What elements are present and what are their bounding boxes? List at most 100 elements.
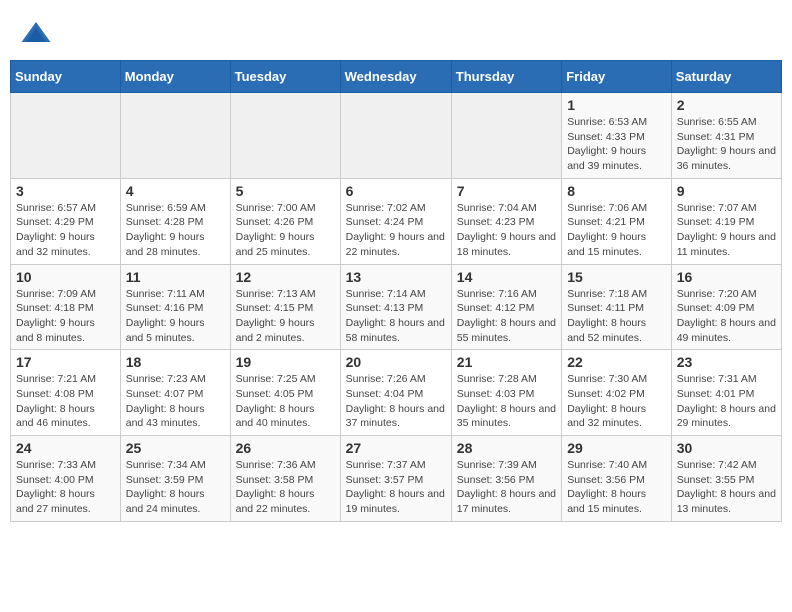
calendar-cell: 11 Sunrise: 7:11 AM Sunset: 4:16 PM Dayli… bbox=[120, 264, 230, 350]
calendar-cell: 14 Sunrise: 7:16 AM Sunset: 4:12 PM Dayli… bbox=[451, 264, 561, 350]
day-number: 19 bbox=[236, 354, 335, 370]
day-info: Sunrise: 6:53 AM Sunset: 4:33 PM Dayligh… bbox=[567, 115, 666, 174]
calendar-cell: 24 Sunrise: 7:33 AM Sunset: 4:00 PM Dayli… bbox=[11, 436, 121, 522]
day-number: 23 bbox=[677, 354, 776, 370]
day-number: 2 bbox=[677, 97, 776, 113]
column-header-sunday: Sunday bbox=[11, 61, 121, 93]
calendar-cell: 20 Sunrise: 7:26 AM Sunset: 4:04 PM Dayli… bbox=[340, 350, 451, 436]
day-number: 15 bbox=[567, 269, 666, 285]
day-number: 6 bbox=[346, 183, 446, 199]
calendar-week-2: 3 Sunrise: 6:57 AM Sunset: 4:29 PM Daylig… bbox=[11, 178, 782, 264]
day-info: Sunrise: 7:31 AM Sunset: 4:01 PM Dayligh… bbox=[677, 372, 776, 431]
day-info: Sunrise: 7:20 AM Sunset: 4:09 PM Dayligh… bbox=[677, 287, 776, 346]
day-number: 29 bbox=[567, 440, 666, 456]
logo bbox=[20, 18, 56, 50]
day-number: 12 bbox=[236, 269, 335, 285]
day-number: 20 bbox=[346, 354, 446, 370]
day-info: Sunrise: 7:00 AM Sunset: 4:26 PM Dayligh… bbox=[236, 201, 335, 260]
calendar-cell bbox=[120, 93, 230, 179]
calendar-cell: 1 Sunrise: 6:53 AM Sunset: 4:33 PM Daylig… bbox=[562, 93, 672, 179]
calendar-cell: 25 Sunrise: 7:34 AM Sunset: 3:59 PM Dayli… bbox=[120, 436, 230, 522]
column-header-wednesday: Wednesday bbox=[340, 61, 451, 93]
day-number: 1 bbox=[567, 97, 666, 113]
calendar-cell: 5 Sunrise: 7:00 AM Sunset: 4:26 PM Daylig… bbox=[230, 178, 340, 264]
day-info: Sunrise: 6:57 AM Sunset: 4:29 PM Dayligh… bbox=[16, 201, 115, 260]
column-header-thursday: Thursday bbox=[451, 61, 561, 93]
day-info: Sunrise: 7:06 AM Sunset: 4:21 PM Dayligh… bbox=[567, 201, 666, 260]
calendar-cell: 26Sunrise: 7:36 AM Sunset: 3:58 PM Dayli… bbox=[230, 436, 340, 522]
calendar-cell: 12 Sunrise: 7:13 AM Sunset: 4:15 PM Dayli… bbox=[230, 264, 340, 350]
calendar-cell: 27 Sunrise: 7:37 AM Sunset: 3:57 PM Dayli… bbox=[340, 436, 451, 522]
calendar-cell bbox=[451, 93, 561, 179]
day-number: 14 bbox=[457, 269, 556, 285]
day-info: Sunrise: 7:40 AM Sunset: 3:56 PM Dayligh… bbox=[567, 458, 666, 517]
day-number: 8 bbox=[567, 183, 666, 199]
calendar-cell bbox=[230, 93, 340, 179]
day-info: Sunrise: 7:37 AM Sunset: 3:57 PM Dayligh… bbox=[346, 458, 446, 517]
calendar-cell: 22 Sunrise: 7:30 AM Sunset: 4:02 PM Dayli… bbox=[562, 350, 672, 436]
calendar-week-5: 24 Sunrise: 7:33 AM Sunset: 4:00 PM Dayli… bbox=[11, 436, 782, 522]
column-header-tuesday: Tuesday bbox=[230, 61, 340, 93]
day-number: 24 bbox=[16, 440, 115, 456]
day-info: Sunrise: 7:04 AM Sunset: 4:23 PM Dayligh… bbox=[457, 201, 556, 260]
day-info: Sunrise: 7:23 AM Sunset: 4:07 PM Dayligh… bbox=[126, 372, 225, 431]
calendar-cell: 8 Sunrise: 7:06 AM Sunset: 4:21 PM Daylig… bbox=[562, 178, 672, 264]
day-info: Sunrise: 7:25 AM Sunset: 4:05 PM Dayligh… bbox=[236, 372, 335, 431]
day-info: Sunrise: 7:13 AM Sunset: 4:15 PM Dayligh… bbox=[236, 287, 335, 346]
day-info: Sunrise: 7:34 AM Sunset: 3:59 PM Dayligh… bbox=[126, 458, 225, 517]
calendar-cell: 19 Sunrise: 7:25 AM Sunset: 4:05 PM Dayli… bbox=[230, 350, 340, 436]
calendar-cell: 13 Sunrise: 7:14 AM Sunset: 4:13 PM Dayli… bbox=[340, 264, 451, 350]
calendar-cell bbox=[11, 93, 121, 179]
day-info: Sunrise: 7:33 AM Sunset: 4:00 PM Dayligh… bbox=[16, 458, 115, 517]
day-number: 3 bbox=[16, 183, 115, 199]
calendar-cell: 10 Sunrise: 7:09 AM Sunset: 4:18 PM Dayli… bbox=[11, 264, 121, 350]
day-info: Sunrise: 7:28 AM Sunset: 4:03 PM Dayligh… bbox=[457, 372, 556, 431]
day-number: 4 bbox=[126, 183, 225, 199]
column-header-saturday: Saturday bbox=[671, 61, 781, 93]
calendar-cell: 16Sunrise: 7:20 AM Sunset: 4:09 PM Dayli… bbox=[671, 264, 781, 350]
calendar-cell: 21 Sunrise: 7:28 AM Sunset: 4:03 PM Dayli… bbox=[451, 350, 561, 436]
calendar-cell: 18Sunrise: 7:23 AM Sunset: 4:07 PM Dayli… bbox=[120, 350, 230, 436]
calendar-cell: 29 Sunrise: 7:40 AM Sunset: 3:56 PM Dayli… bbox=[562, 436, 672, 522]
calendar-cell: 28 Sunrise: 7:39 AM Sunset: 3:56 PM Dayli… bbox=[451, 436, 561, 522]
calendar-container: SundayMondayTuesdayWednesdayThursdayFrid… bbox=[0, 60, 792, 532]
day-info: Sunrise: 7:21 AM Sunset: 4:08 PM Dayligh… bbox=[16, 372, 115, 431]
day-number: 21 bbox=[457, 354, 556, 370]
day-number: 22 bbox=[567, 354, 666, 370]
day-number: 7 bbox=[457, 183, 556, 199]
day-number: 27 bbox=[346, 440, 446, 456]
day-number: 11 bbox=[126, 269, 225, 285]
day-number: 30 bbox=[677, 440, 776, 456]
calendar-cell: 17 Sunrise: 7:21 AM Sunset: 4:08 PM Dayli… bbox=[11, 350, 121, 436]
day-number: 9 bbox=[677, 183, 776, 199]
day-info: Sunrise: 7:07 AM Sunset: 4:19 PM Dayligh… bbox=[677, 201, 776, 260]
day-number: 5 bbox=[236, 183, 335, 199]
day-info: Sunrise: 7:11 AM Sunset: 4:16 PM Dayligh… bbox=[126, 287, 225, 346]
day-info: Sunrise: 7:30 AM Sunset: 4:02 PM Dayligh… bbox=[567, 372, 666, 431]
calendar-cell: 9 Sunrise: 7:07 AM Sunset: 4:19 PM Daylig… bbox=[671, 178, 781, 264]
day-info: Sunrise: 7:39 AM Sunset: 3:56 PM Dayligh… bbox=[457, 458, 556, 517]
day-number: 13 bbox=[346, 269, 446, 285]
column-header-monday: Monday bbox=[120, 61, 230, 93]
day-info: Sunrise: 6:55 AM Sunset: 4:31 PM Dayligh… bbox=[677, 115, 776, 174]
day-number: 10 bbox=[16, 269, 115, 285]
calendar-cell: 7 Sunrise: 7:04 AM Sunset: 4:23 PM Daylig… bbox=[451, 178, 561, 264]
calendar-header-row: SundayMondayTuesdayWednesdayThursdayFrid… bbox=[11, 61, 782, 93]
calendar-cell: 15 Sunrise: 7:18 AM Sunset: 4:11 PM Dayli… bbox=[562, 264, 672, 350]
day-info: Sunrise: 7:14 AM Sunset: 4:13 PM Dayligh… bbox=[346, 287, 446, 346]
day-number: 25 bbox=[126, 440, 225, 456]
day-info: Sunrise: 7:02 AM Sunset: 4:24 PM Dayligh… bbox=[346, 201, 446, 260]
calendar-cell: 30Sunrise: 7:42 AM Sunset: 3:55 PM Dayli… bbox=[671, 436, 781, 522]
day-info: Sunrise: 7:18 AM Sunset: 4:11 PM Dayligh… bbox=[567, 287, 666, 346]
day-number: 17 bbox=[16, 354, 115, 370]
calendar-table: SundayMondayTuesdayWednesdayThursdayFrid… bbox=[10, 60, 782, 522]
day-info: Sunrise: 7:16 AM Sunset: 4:12 PM Dayligh… bbox=[457, 287, 556, 346]
calendar-cell: 3 Sunrise: 6:57 AM Sunset: 4:29 PM Daylig… bbox=[11, 178, 121, 264]
page-header bbox=[0, 0, 792, 60]
day-info: Sunrise: 7:26 AM Sunset: 4:04 PM Dayligh… bbox=[346, 372, 446, 431]
day-info: Sunrise: 6:59 AM Sunset: 4:28 PM Dayligh… bbox=[126, 201, 225, 260]
calendar-cell bbox=[340, 93, 451, 179]
day-number: 28 bbox=[457, 440, 556, 456]
day-info: Sunrise: 7:09 AM Sunset: 4:18 PM Dayligh… bbox=[16, 287, 115, 346]
day-number: 26 bbox=[236, 440, 335, 456]
